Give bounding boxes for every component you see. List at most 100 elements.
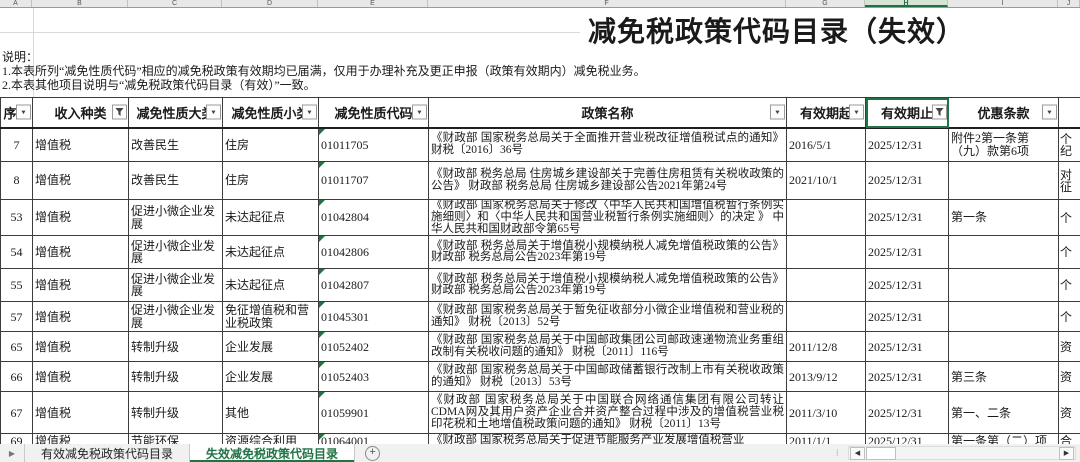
cell-code[interactable]: 01052402 bbox=[319, 332, 429, 362]
cell-start[interactable]: 2013/9/12 bbox=[787, 362, 866, 392]
filter-dropdown-icon[interactable]: ▼ bbox=[770, 105, 785, 120]
cell-code[interactable]: 01011705 bbox=[319, 128, 429, 162]
filter-dropdown-icon[interactable]: ▼ bbox=[16, 105, 31, 120]
cell-clause[interactable] bbox=[949, 269, 1059, 302]
cell-start[interactable] bbox=[787, 236, 866, 269]
cell-major[interactable]: 转制升级 bbox=[129, 332, 223, 362]
cell-major[interactable]: 改善民生 bbox=[129, 162, 223, 200]
cell-income[interactable]: 增值税 bbox=[33, 269, 129, 302]
cell-policy[interactable]: 《财政部 税务总局 住房城乡建设部关于完善住房租赁有关税收政策的公告》 财政部 … bbox=[429, 162, 787, 200]
cell-policy[interactable]: 《财政部 国家税务总局关于全面推开营业税改征增值税试点的通知》 财税〔2016〕… bbox=[429, 128, 787, 162]
cell-start[interactable]: 2021/10/1 bbox=[787, 162, 866, 200]
column-letter-H[interactable]: H bbox=[865, 0, 948, 7]
tab-splitter-handle[interactable]: ⁞ bbox=[836, 446, 839, 460]
column-letter-G[interactable]: G bbox=[786, 0, 865, 7]
col-header-income[interactable]: 收入种类 bbox=[33, 98, 129, 128]
cell-end[interactable]: 2025/12/31 bbox=[866, 128, 949, 162]
column-letter-F[interactable]: F bbox=[428, 0, 786, 7]
cell-end[interactable]: 2025/12/31 bbox=[866, 269, 949, 302]
tab-valid-directory[interactable]: 有效减免税政策代码目录 bbox=[24, 444, 190, 462]
cell-clause[interactable] bbox=[949, 332, 1059, 362]
cell-clause[interactable] bbox=[949, 302, 1059, 332]
cell-frag[interactable]: 个 bbox=[1059, 302, 1080, 332]
cell-major[interactable]: 改善民生 bbox=[129, 128, 223, 162]
cell-seq[interactable]: 55 bbox=[1, 269, 33, 302]
cell-frag[interactable]: 个纪 bbox=[1059, 128, 1080, 162]
filter-dropdown-icon[interactable]: ▼ bbox=[206, 105, 221, 120]
cell-minor[interactable]: 住房 bbox=[223, 128, 319, 162]
cell-frag[interactable]: 资 bbox=[1059, 392, 1080, 434]
cell-minor[interactable]: 免征增值税和营业税政策 bbox=[223, 302, 319, 332]
cell-start[interactable] bbox=[787, 302, 866, 332]
cell-start[interactable]: 2016/5/1 bbox=[787, 128, 866, 162]
cell-income[interactable]: 增值税 bbox=[33, 128, 129, 162]
cell-clause[interactable]: 第一条 bbox=[949, 200, 1059, 236]
column-letter-C[interactable]: C bbox=[128, 0, 222, 7]
cell-end[interactable]: 2025/12/31 bbox=[866, 302, 949, 332]
cell-minor[interactable]: 未达起征点 bbox=[223, 236, 319, 269]
scroll-right-icon[interactable]: ▶ bbox=[1059, 447, 1074, 460]
cell-major[interactable]: 促进小微企业发展 bbox=[129, 200, 223, 236]
cell-code[interactable]: 01042804 bbox=[319, 200, 429, 236]
filter-dropdown-icon[interactable]: ▼ bbox=[412, 105, 427, 120]
cell-income[interactable]: 增值税 bbox=[33, 434, 129, 444]
cell-policy[interactable]: 《财政部 国家税务总局关于中国邮政储蓄银行改制上市有关税收政策的通知》 财税〔2… bbox=[429, 362, 787, 392]
cell-income[interactable]: 增值税 bbox=[33, 392, 129, 434]
filter-dropdown-icon[interactable]: ▼ bbox=[1042, 105, 1057, 120]
cell-clause[interactable]: 附件2第一条第（九）款第6项 bbox=[949, 128, 1059, 162]
cell-policy[interactable]: 《财政部 国家税务总局关于暂免征收部分小微企业增值税和营业税的通知》 财税〔20… bbox=[429, 302, 787, 332]
tab-invalid-directory[interactable]: 失效减免税政策代码目录 bbox=[190, 444, 355, 462]
cell-end[interactable]: 2025/12/31 bbox=[866, 434, 949, 444]
cell-seq[interactable]: 57 bbox=[1, 302, 33, 332]
scrollbar-thumb[interactable] bbox=[866, 447, 896, 460]
filter-dropdown-icon[interactable]: ▼ bbox=[302, 105, 317, 120]
cell-start[interactable]: 2011/3/10 bbox=[787, 392, 866, 434]
cell-start[interactable] bbox=[787, 269, 866, 302]
add-sheet-icon[interactable]: + bbox=[365, 446, 380, 461]
col-header-seq[interactable]: 序号▼ bbox=[1, 98, 33, 128]
col-header-code[interactable]: 减免性质代码▼ bbox=[319, 98, 429, 128]
cell-clause[interactable]: 第一条第（二）项 bbox=[949, 434, 1059, 444]
cell-code[interactable]: 01045301 bbox=[319, 302, 429, 332]
cell-start[interactable] bbox=[787, 200, 866, 236]
cell-clause[interactable]: 第一、二条 bbox=[949, 392, 1059, 434]
cell-minor[interactable]: 企业发展 bbox=[223, 362, 319, 392]
filter-dropdown-icon[interactable]: ▼ bbox=[849, 105, 864, 120]
cell-minor[interactable]: 住房 bbox=[223, 162, 319, 200]
cell-seq[interactable]: 67 bbox=[1, 392, 33, 434]
cell-end[interactable]: 2025/12/31 bbox=[866, 362, 949, 392]
cell-frag[interactable]: 个 bbox=[1059, 236, 1080, 269]
cell-income[interactable]: 增值税 bbox=[33, 362, 129, 392]
cell-code[interactable]: 01059901 bbox=[319, 392, 429, 434]
sheet-nav-arrow-icon[interactable]: ▶ bbox=[0, 444, 24, 462]
scroll-left-icon[interactable]: ◀ bbox=[850, 447, 865, 460]
cell-seq[interactable]: 53 bbox=[1, 200, 33, 236]
cell-code[interactable]: 01042806 bbox=[319, 236, 429, 269]
col-header-clause[interactable]: 优惠条款▼ bbox=[949, 98, 1059, 128]
cell-end[interactable]: 2025/12/31 bbox=[866, 332, 949, 362]
column-letter-B[interactable]: B bbox=[32, 0, 128, 7]
cell-policy[interactable]: 《财政部 国家税务总局关于修改〈中华人民共和国增值税暂行条例实施细则〉和〈中华人… bbox=[429, 200, 787, 236]
horizontal-scrollbar[interactable]: ◀ ▶ bbox=[848, 446, 1076, 460]
cell-code[interactable]: 01042807 bbox=[319, 269, 429, 302]
cell-policy[interactable]: 《财政部 税务总局关于增值税小规模纳税人减免增值税政策的公告》 财政部 税务总局… bbox=[429, 269, 787, 302]
cell-frag[interactable]: 资 bbox=[1059, 362, 1080, 392]
column-letter-A[interactable]: A bbox=[0, 0, 32, 7]
cell-code[interactable]: 01052403 bbox=[319, 362, 429, 392]
col-header-blank[interactable] bbox=[1059, 98, 1080, 128]
cell-end[interactable]: 2025/12/31 bbox=[866, 392, 949, 434]
column-letter-I[interactable]: I bbox=[948, 0, 1058, 7]
cell-seq[interactable]: 54 bbox=[1, 236, 33, 269]
col-header-end[interactable]: 有效期止 bbox=[866, 98, 949, 128]
column-letter-E[interactable]: E bbox=[318, 0, 428, 7]
cell-minor[interactable]: 企业发展 bbox=[223, 332, 319, 362]
cell-frag[interactable]: 合 bbox=[1059, 434, 1080, 444]
cell-minor[interactable]: 资源综合利用 bbox=[223, 434, 319, 444]
cell-end[interactable]: 2025/12/31 bbox=[866, 162, 949, 200]
cell-minor[interactable]: 其他 bbox=[223, 392, 319, 434]
cell-clause[interactable] bbox=[949, 236, 1059, 269]
cell-frag[interactable]: 个 bbox=[1059, 200, 1080, 236]
cell-major[interactable]: 转制升级 bbox=[129, 392, 223, 434]
cell-frag[interactable]: 对征 bbox=[1059, 162, 1080, 200]
col-header-minor[interactable]: 减免性质小类▼ bbox=[223, 98, 319, 128]
